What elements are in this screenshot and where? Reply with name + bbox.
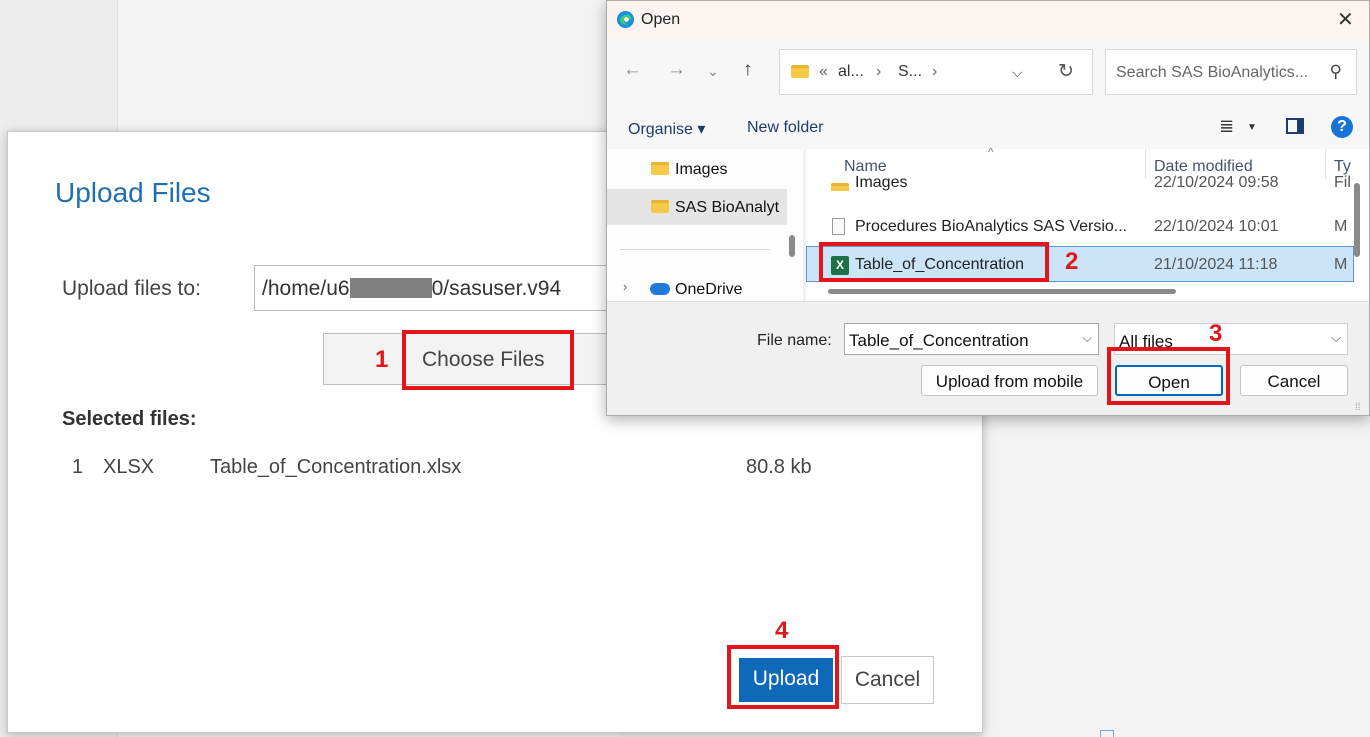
open-dialog-footer: File name: Table_of_Concentration ⌵ All … — [607, 301, 1369, 415]
path-suffix: 0/sasuser.v94 — [431, 277, 562, 300]
navigation-bar: ← → ⌄ ↑ « al... › S... › ⌵ ↻ Search SAS … — [607, 39, 1369, 105]
upload-to-label: Upload files to: — [62, 277, 201, 300]
vertical-scrollbar[interactable] — [1354, 183, 1360, 257]
row-date: 21/10/2024 11:18 — [1154, 256, 1278, 273]
row-name: Procedures BioAnalytics SAS Versio... — [855, 218, 1128, 235]
selected-file-row: 1 XLSX Table_of_Concentration.xlsx 80.8 … — [62, 456, 842, 486]
row-type: M — [1334, 256, 1348, 273]
view-dropdown-icon[interactable]: ▼ — [1247, 122, 1257, 133]
selected-files-label: Selected files: — [62, 408, 197, 430]
open-cancel-button[interactable]: Cancel — [1240, 365, 1348, 396]
open-dialog-title: Open — [641, 11, 681, 28]
address-segment-2[interactable]: S... — [898, 63, 922, 81]
chevron-down-icon[interactable]: ⌵ — [1331, 330, 1341, 346]
onedrive-icon — [650, 283, 670, 295]
annotation-number-1: 1 — [375, 346, 389, 373]
folder-icon — [651, 162, 669, 175]
forward-arrow-icon[interactable]: → — [667, 59, 686, 81]
nav-item-label: SAS BioAnalyt — [675, 199, 780, 216]
nav-divider — [620, 249, 770, 250]
horizontal-scrollbar[interactable] — [828, 289, 1176, 294]
search-icon[interactable]: ⚲ — [1330, 62, 1342, 82]
resize-grip-icon[interactable]: ⁞⁞ — [1355, 402, 1361, 413]
nav-item-label: OneDrive — [675, 281, 743, 298]
chevron-down-icon[interactable]: ⌵ — [1082, 330, 1092, 346]
annotation-box-1 — [402, 330, 574, 390]
annotation-number-4: 4 — [775, 617, 789, 644]
close-icon[interactable]: ✕ — [1337, 7, 1354, 32]
preview-pane-icon[interactable] — [1286, 118, 1304, 134]
folder-icon — [831, 183, 849, 191]
annotation-number-3: 3 — [1209, 320, 1223, 347]
address-dropdown-icon[interactable]: ⌵ — [1012, 64, 1023, 81]
nav-item-label: Images — [675, 161, 728, 178]
search-field[interactable]: Search SAS BioAnalytics... ⚲ — [1105, 49, 1357, 95]
open-file-dialog: Open ✕ ← → ⌄ ↑ « al... › S... › ⌵ ↻ Sear… — [606, 0, 1370, 416]
upload-dialog-title: Upload Files — [55, 177, 211, 208]
navigation-pane: Images SAS BioAnalyt › OneDrive — [607, 149, 803, 301]
expand-chevron-icon[interactable]: › — [623, 279, 627, 294]
back-arrow-icon[interactable]: ← — [623, 59, 642, 81]
file-name-input[interactable]: Table_of_Concentration ⌵ — [844, 323, 1099, 355]
file-row-procedures[interactable]: Procedures BioAnalytics SAS Versio... 22… — [806, 209, 1354, 245]
edge-icon — [616, 10, 635, 29]
upload-from-mobile-button[interactable]: Upload from mobile — [921, 365, 1098, 396]
redacted-region — [349, 278, 432, 298]
file-index: 1 — [72, 456, 84, 478]
upload-path-field[interactable]: /home/u6 0/sasuser.v94 — [254, 265, 614, 311]
file-name-value: Table_of_Concentration — [849, 331, 1029, 350]
row-date: 22/10/2024 10:01 — [1154, 218, 1279, 235]
address-separator-2: › — [932, 63, 938, 80]
address-overflow[interactable]: « — [819, 63, 828, 81]
address-bar[interactable]: « al... › S... › ⌵ ↻ — [779, 49, 1093, 95]
sort-indicator-icon: ^ — [988, 145, 994, 159]
folder-icon — [651, 200, 669, 213]
address-segment-1[interactable]: al... — [838, 63, 864, 81]
up-arrow-icon[interactable]: ↑ — [743, 59, 753, 81]
row-name: Images — [855, 174, 908, 191]
document-icon — [832, 218, 845, 235]
annotation-box-4 — [727, 645, 839, 709]
help-icon[interactable]: ? — [1331, 116, 1353, 138]
open-dialog-titlebar: Open ✕ — [607, 1, 1369, 39]
nav-scrollbar[interactable] — [789, 235, 795, 257]
file-size: 80.8 kb — [746, 456, 812, 478]
nav-item-sas-bioanalytics[interactable]: SAS BioAnalyt — [607, 189, 787, 225]
row-type: M — [1334, 218, 1348, 235]
nav-item-images[interactable]: Images — [607, 151, 787, 187]
command-bar: Organise ▾ New folder ≣ ▼ ? — [607, 105, 1369, 149]
folder-icon — [791, 65, 809, 78]
file-name: Table_of_Concentration.xlsx — [210, 456, 462, 478]
file-type: XLSX — [103, 456, 155, 478]
upload-cancel-button[interactable]: Cancel — [841, 656, 934, 704]
background-fragment — [1100, 730, 1114, 737]
file-name-label: File name: — [757, 332, 832, 349]
new-folder-button[interactable]: New folder — [747, 119, 823, 137]
refresh-icon[interactable]: ↻ — [1058, 60, 1074, 83]
row-date: 22/10/2024 09:58 — [1154, 174, 1279, 191]
annotation-number-2: 2 — [1065, 248, 1079, 275]
search-placeholder: Search SAS BioAnalytics... — [1116, 64, 1309, 81]
path-prefix: /home/u6 — [262, 277, 350, 300]
row-type: Fil — [1334, 174, 1351, 191]
view-options-icon[interactable]: ≣ — [1219, 116, 1234, 137]
file-row-images[interactable]: Images 22/10/2024 09:58 Fil — [806, 173, 1354, 191]
organise-menu[interactable]: Organise ▾ — [628, 119, 705, 139]
annotation-box-2 — [819, 242, 1049, 282]
annotation-box-3 — [1107, 347, 1230, 405]
address-separator-1: › — [876, 63, 882, 80]
recent-dropdown-icon[interactable]: ⌄ — [707, 63, 719, 80]
